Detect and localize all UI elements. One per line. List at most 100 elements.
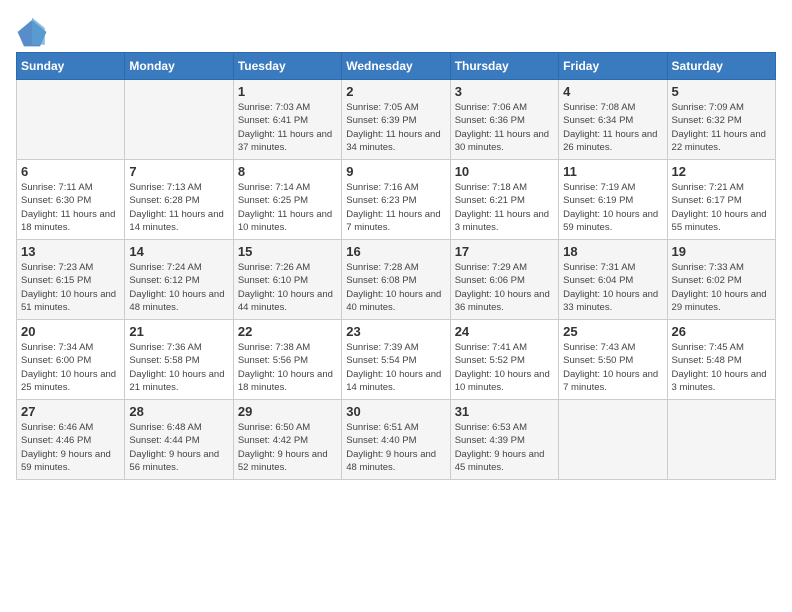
day-cell [667,400,775,480]
day-number: 28 [129,404,228,419]
day-info: Sunrise: 7:23 AMSunset: 6:15 PMDaylight:… [21,261,120,314]
week-row-1: 6 Sunrise: 7:11 AMSunset: 6:30 PMDaylight… [17,160,776,240]
day-cell: 1 Sunrise: 7:03 AMSunset: 6:41 PMDaylight… [233,80,341,160]
day-info: Sunrise: 7:26 AMSunset: 6:10 PMDaylight:… [238,261,337,314]
day-cell [17,80,125,160]
day-number: 22 [238,324,337,339]
day-cell: 31 Sunrise: 6:53 AMSunset: 4:39 PMDayligh… [450,400,558,480]
day-number: 5 [672,84,771,99]
day-number: 11 [563,164,662,179]
day-info: Sunrise: 7:29 AMSunset: 6:06 PMDaylight:… [455,261,554,314]
header-sunday: Sunday [17,53,125,80]
day-number: 26 [672,324,771,339]
week-row-0: 1 Sunrise: 7:03 AMSunset: 6:41 PMDaylight… [17,80,776,160]
day-number: 13 [21,244,120,259]
day-cell: 4 Sunrise: 7:08 AMSunset: 6:34 PMDaylight… [559,80,667,160]
day-cell: 21Sunrise: 7:36 AMSunset: 5:58 PMDayligh… [125,320,233,400]
day-cell: 17 Sunrise: 7:29 AMSunset: 6:06 PMDayligh… [450,240,558,320]
day-info: Sunrise: 7:06 AMSunset: 6:36 PMDaylight:… [455,101,554,154]
day-cell: 14 Sunrise: 7:24 AMSunset: 6:12 PMDayligh… [125,240,233,320]
day-info: Sunrise: 7:18 AMSunset: 6:21 PMDaylight:… [455,181,554,234]
day-number: 8 [238,164,337,179]
day-number: 9 [346,164,445,179]
day-info: Sunrise: 7:33 AMSunset: 6:02 PMDaylight:… [672,261,771,314]
day-number: 2 [346,84,445,99]
day-cell: 12Sunrise: 7:21 AMSunset: 6:17 PMDayligh… [667,160,775,240]
calendar-table: SundayMondayTuesdayWednesdayThursdayFrid… [16,52,776,480]
day-cell: 3Sunrise: 7:06 AMSunset: 6:36 PMDaylight… [450,80,558,160]
day-number: 30 [346,404,445,419]
day-number: 6 [21,164,120,179]
day-info: Sunrise: 6:46 AMSunset: 4:46 PMDaylight:… [21,421,120,474]
day-cell: 28 Sunrise: 6:48 AMSunset: 4:44 PMDayligh… [125,400,233,480]
day-info: Sunrise: 7:16 AMSunset: 6:23 PMDaylight:… [346,181,445,234]
day-cell: 18Sunrise: 7:31 AMSunset: 6:04 PMDayligh… [559,240,667,320]
day-info: Sunrise: 7:31 AMSunset: 6:04 PMDaylight:… [563,261,662,314]
week-row-2: 13 Sunrise: 7:23 AMSunset: 6:15 PMDayligh… [17,240,776,320]
day-cell: 23Sunrise: 7:39 AMSunset: 5:54 PMDayligh… [342,320,450,400]
day-number: 29 [238,404,337,419]
day-number: 4 [563,84,662,99]
day-number: 15 [238,244,337,259]
day-info: Sunrise: 7:11 AMSunset: 6:30 PMDaylight:… [21,181,120,234]
day-info: Sunrise: 6:53 AMSunset: 4:39 PMDaylight:… [455,421,554,474]
day-number: 10 [455,164,554,179]
day-info: Sunrise: 7:19 AMSunset: 6:19 PMDaylight:… [563,181,662,234]
day-cell: 30 Sunrise: 6:51 AMSunset: 4:40 PMDayligh… [342,400,450,480]
header-monday: Monday [125,53,233,80]
day-cell: 20 Sunrise: 7:34 AMSunset: 6:00 PMDayligh… [17,320,125,400]
day-cell: 6 Sunrise: 7:11 AMSunset: 6:30 PMDaylight… [17,160,125,240]
day-number: 14 [129,244,228,259]
day-number: 21 [129,324,228,339]
day-info: Sunrise: 7:13 AMSunset: 6:28 PMDaylight:… [129,181,228,234]
day-info: Sunrise: 7:03 AMSunset: 6:41 PMDaylight:… [238,101,337,154]
day-info: Sunrise: 7:09 AMSunset: 6:32 PMDaylight:… [672,101,771,154]
day-number: 27 [21,404,120,419]
day-number: 31 [455,404,554,419]
day-cell: 25 Sunrise: 7:43 AMSunset: 5:50 PMDayligh… [559,320,667,400]
day-cell: 26Sunrise: 7:45 AMSunset: 5:48 PMDayligh… [667,320,775,400]
day-cell: 15 Sunrise: 7:26 AMSunset: 6:10 PMDayligh… [233,240,341,320]
day-info: Sunrise: 7:05 AMSunset: 6:39 PMDaylight:… [346,101,445,154]
day-info: Sunrise: 7:14 AMSunset: 6:25 PMDaylight:… [238,181,337,234]
day-cell: 9 Sunrise: 7:16 AMSunset: 6:23 PMDaylight… [342,160,450,240]
week-row-3: 20 Sunrise: 7:34 AMSunset: 6:00 PMDayligh… [17,320,776,400]
day-number: 7 [129,164,228,179]
day-number: 19 [672,244,771,259]
day-info: Sunrise: 7:24 AMSunset: 6:12 PMDaylight:… [129,261,228,314]
day-info: Sunrise: 7:39 AMSunset: 5:54 PMDaylight:… [346,341,445,394]
day-cell: 10 Sunrise: 7:18 AMSunset: 6:21 PMDayligh… [450,160,558,240]
day-number: 25 [563,324,662,339]
header-wednesday: Wednesday [342,53,450,80]
day-cell: 22Sunrise: 7:38 AMSunset: 5:56 PMDayligh… [233,320,341,400]
day-number: 17 [455,244,554,259]
day-cell: 29Sunrise: 6:50 AMSunset: 4:42 PMDayligh… [233,400,341,480]
day-number: 12 [672,164,771,179]
day-cell: 13 Sunrise: 7:23 AMSunset: 6:15 PMDayligh… [17,240,125,320]
logo [16,16,52,48]
week-row-4: 27 Sunrise: 6:46 AMSunset: 4:46 PMDayligh… [17,400,776,480]
day-info: Sunrise: 6:48 AMSunset: 4:44 PMDaylight:… [129,421,228,474]
day-cell: 16Sunrise: 7:28 AMSunset: 6:08 PMDayligh… [342,240,450,320]
day-cell: 5 Sunrise: 7:09 AMSunset: 6:32 PMDaylight… [667,80,775,160]
day-number: 1 [238,84,337,99]
day-cell [125,80,233,160]
day-info: Sunrise: 7:43 AMSunset: 5:50 PMDaylight:… [563,341,662,394]
day-info: Sunrise: 7:08 AMSunset: 6:34 PMDaylight:… [563,101,662,154]
day-cell: 2 Sunrise: 7:05 AMSunset: 6:39 PMDaylight… [342,80,450,160]
day-number: 16 [346,244,445,259]
logo-icon [16,16,48,48]
day-info: Sunrise: 7:41 AMSunset: 5:52 PMDaylight:… [455,341,554,394]
day-cell: 11 Sunrise: 7:19 AMSunset: 6:19 PMDayligh… [559,160,667,240]
page-header [16,16,776,48]
header-friday: Friday [559,53,667,80]
day-cell: 7 Sunrise: 7:13 AMSunset: 6:28 PMDaylight… [125,160,233,240]
day-number: 20 [21,324,120,339]
day-info: Sunrise: 6:51 AMSunset: 4:40 PMDaylight:… [346,421,445,474]
day-cell: 8 Sunrise: 7:14 AMSunset: 6:25 PMDaylight… [233,160,341,240]
day-cell: 27 Sunrise: 6:46 AMSunset: 4:46 PMDayligh… [17,400,125,480]
header-tuesday: Tuesday [233,53,341,80]
day-info: Sunrise: 7:34 AMSunset: 6:00 PMDaylight:… [21,341,120,394]
day-cell [559,400,667,480]
header-saturday: Saturday [667,53,775,80]
